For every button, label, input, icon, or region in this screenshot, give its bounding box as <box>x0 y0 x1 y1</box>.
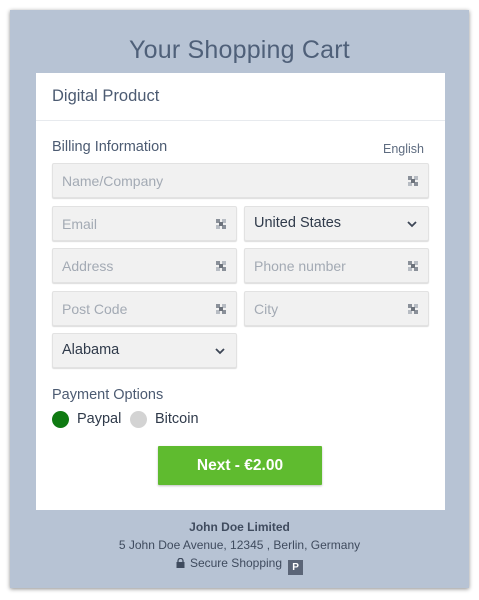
country-value: United States <box>254 215 342 231</box>
lock-icon <box>176 558 185 568</box>
name-company-placeholder: Name/Company <box>62 173 164 189</box>
bitcoin-label[interactable]: Bitcoin <box>155 411 199 427</box>
autofill-icon <box>408 304 418 314</box>
paypal-radio[interactable] <box>52 411 69 428</box>
autofill-icon <box>408 176 418 186</box>
cart-frame: Your Shopping Cart Digital Product Billi… <box>10 10 469 588</box>
name-company-field[interactable]: Name/Company <box>52 163 429 198</box>
next-button[interactable]: Next - €2.00 <box>158 446 322 485</box>
language-selector[interactable]: English <box>383 142 424 156</box>
state-select[interactable]: Alabama <box>52 333 237 368</box>
country-select[interactable]: United States <box>244 206 429 241</box>
address-field[interactable]: Address <box>52 248 237 283</box>
state-value: Alabama <box>62 342 120 358</box>
checkout-card: Digital Product Billing Information Engl… <box>36 73 445 510</box>
city-placeholder: City <box>254 301 279 317</box>
payment-options-label: Payment Options <box>52 387 164 403</box>
city-field[interactable]: City <box>244 291 429 326</box>
postcode-field[interactable]: Post Code <box>52 291 237 326</box>
bitcoin-radio[interactable] <box>130 411 147 428</box>
chevron-down-icon <box>215 348 225 355</box>
company-address: 5 John Doe Avenue, 12345 , Berlin, Germa… <box>118 538 361 552</box>
autofill-icon <box>216 261 226 271</box>
secure-shopping-label: Secure Shopping <box>189 556 283 570</box>
product-header: Digital Product <box>36 73 445 121</box>
paypal-label[interactable]: Paypal <box>77 411 121 427</box>
billing-label: Billing Information <box>52 139 168 155</box>
page-title: Your Shopping Cart <box>129 36 350 64</box>
address-placeholder: Address <box>62 258 114 274</box>
phone-placeholder: Phone number <box>254 258 346 274</box>
email-placeholder: Email <box>62 216 98 232</box>
autofill-icon <box>216 219 226 229</box>
chevron-down-icon <box>407 221 417 228</box>
secure-shopping: Secure Shopping P <box>10 556 469 575</box>
provider-badge: P <box>288 560 304 575</box>
autofill-icon <box>216 304 226 314</box>
postcode-placeholder: Post Code <box>62 301 128 317</box>
autofill-icon <box>408 261 418 271</box>
email-field[interactable]: Email <box>52 206 237 241</box>
phone-field[interactable]: Phone number <box>244 248 429 283</box>
company-name: John Doe Limited <box>189 520 290 534</box>
